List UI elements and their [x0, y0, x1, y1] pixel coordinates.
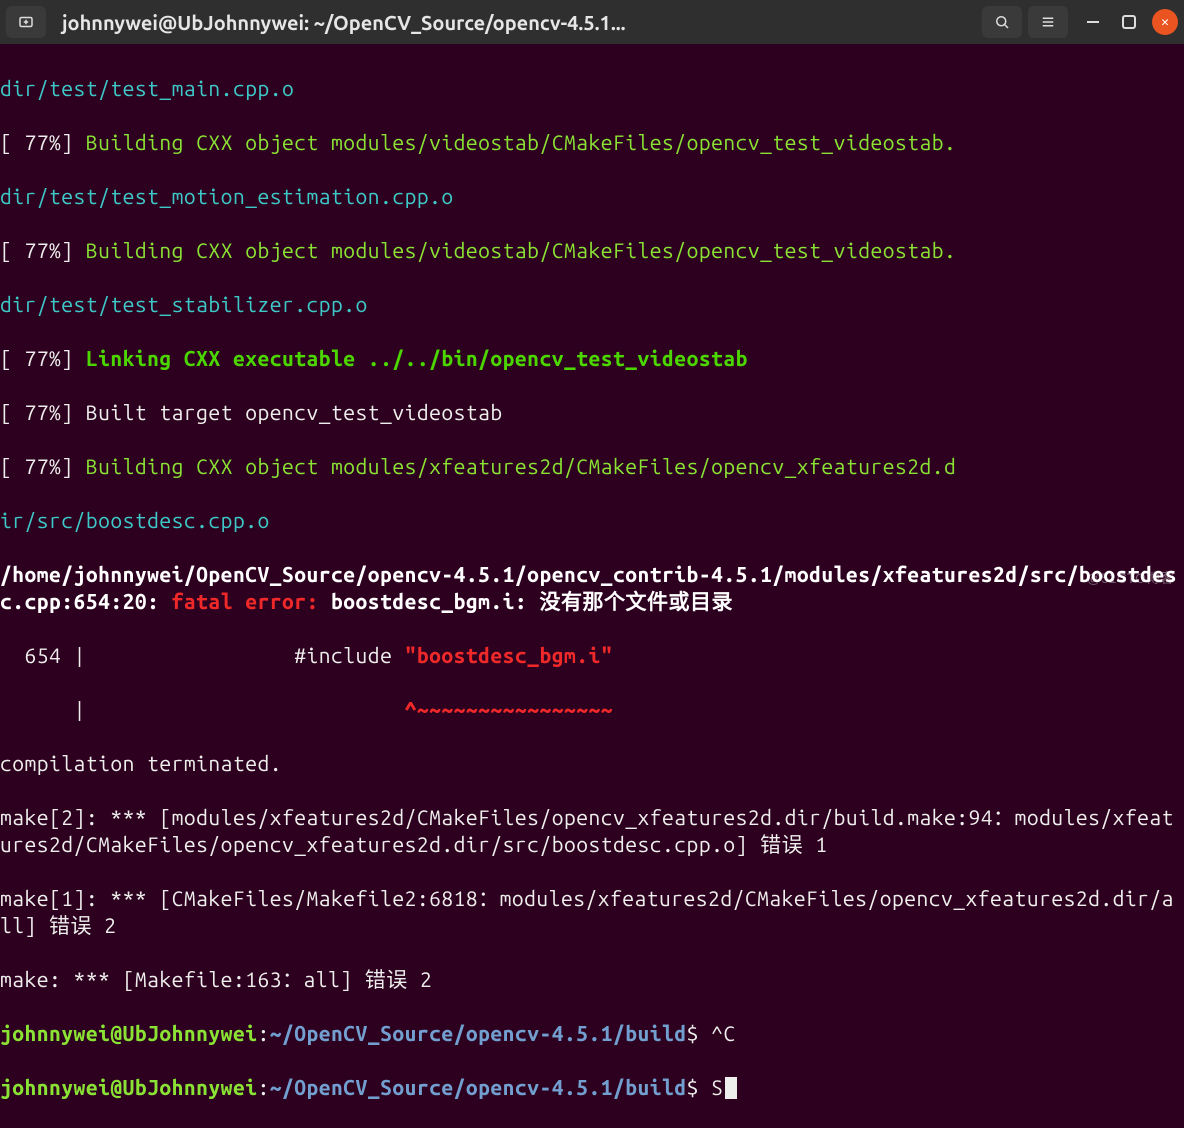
output-line: make: *** [Makefile:163：all] 错误 2	[0, 966, 1184, 993]
window-title: johnnywei@UbJohnnywei: ~/OpenCV_Source/o…	[52, 11, 976, 34]
cursor-icon	[725, 1077, 737, 1099]
menu-button[interactable]	[1028, 6, 1068, 38]
output-line: compilation terminated.	[0, 750, 1184, 777]
output-line: [ 77%] Building CXX object modules/xfeat…	[0, 453, 1184, 480]
output-line: make[2]: *** [modules/xfeatures2d/CMakeF…	[0, 804, 1184, 858]
error-line: 654 | #include "boostdesc_bgm.i"	[0, 642, 1184, 669]
close-button[interactable]	[1152, 9, 1178, 35]
output-line: ir/src/boostdesc.cpp.o	[0, 507, 1184, 534]
output-line: dir/test/test_motion_estimation.cpp.o	[0, 183, 1184, 210]
error-line: /home/johnnywei/OpenCV_Source/opencv-4.5…	[0, 561, 1184, 615]
prompt-line: johnnywei@UbJohnnywei:~/OpenCV_Source/op…	[0, 1020, 1184, 1047]
maximize-button[interactable]	[1122, 15, 1136, 29]
error-line: | ^~~~~~~~~~~~~~~~~	[0, 696, 1184, 723]
titlebar: johnnywei@UbJohnnywei: ~/OpenCV_Source/o…	[0, 0, 1184, 44]
watermark: @51CTO博客	[1087, 568, 1174, 588]
minimize-button[interactable]	[1080, 9, 1106, 35]
output-line: [ 77%] Linking CXX executable ../../bin/…	[0, 345, 1184, 372]
prompt-line[interactable]: johnnywei@UbJohnnywei:~/OpenCV_Source/op…	[0, 1074, 1184, 1101]
output-line: [ 77%] Building CXX object modules/video…	[0, 237, 1184, 264]
output-line: [ 77%] Built target opencv_test_videosta…	[0, 399, 1184, 426]
window-controls	[1080, 9, 1178, 35]
search-button[interactable]	[982, 6, 1022, 38]
output-line: dir/test/test_stabilizer.cpp.o	[0, 291, 1184, 318]
output-line: make[1]: *** [CMakeFiles/Makefile2:6818：…	[0, 885, 1184, 939]
new-tab-button[interactable]	[6, 6, 46, 38]
output-line: [ 77%] Building CXX object modules/video…	[0, 129, 1184, 156]
output-line: dir/test/test_main.cpp.o	[0, 75, 1184, 102]
terminal-output[interactable]: dir/test/test_main.cpp.o [ 77%] Building…	[0, 44, 1184, 1128]
